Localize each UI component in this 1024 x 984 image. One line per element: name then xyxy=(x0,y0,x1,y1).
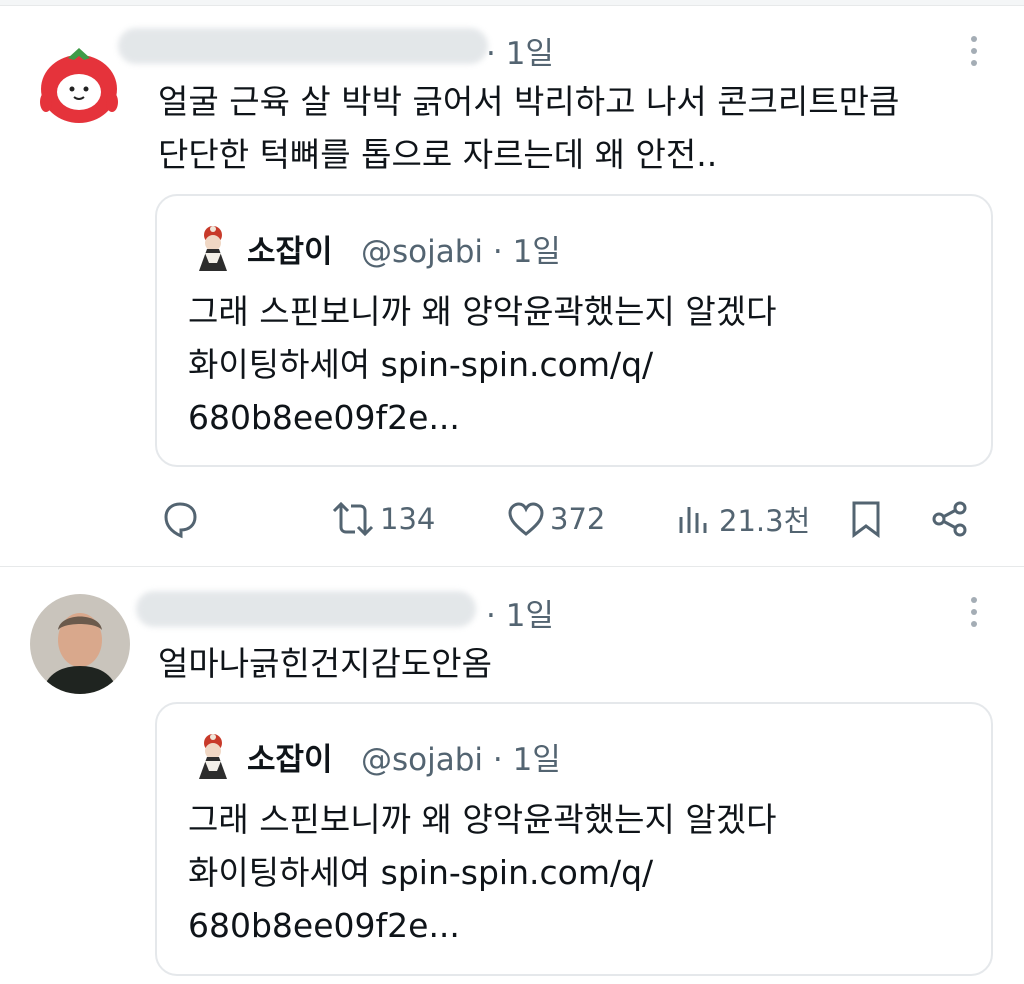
tweet-text-line: 단단한 턱뼈를 톱으로 자르는데 왜 안전.. xyxy=(158,135,718,174)
retweet-button[interactable]: 134 xyxy=(330,494,435,544)
quote-author-name[interactable]: 소잡이 xyxy=(247,226,333,271)
quote-text-line: 680b8ee09f2e... xyxy=(188,906,460,945)
tweet-text: 얼굴 근육 살 박박 긁어서 박리하고 나서 콘크리트만큼 단단한 턱뼈를 톱으… xyxy=(158,75,899,181)
share-button[interactable] xyxy=(930,494,970,544)
bookmark-button[interactable] xyxy=(848,494,884,544)
quote-text-line: 화이팅하세여 spin-spin.com/q/ xyxy=(188,853,654,892)
quote-text-line: 그래 스핀보니까 왜 양악윤곽했는지 알겠다 xyxy=(188,800,777,839)
view-count: 21.3천 xyxy=(719,504,811,538)
quoted-tweet[interactable]: 소잡이 @sojabi · 1일 그래 스핀보니까 왜 양악윤곽했는지 알겠다 … xyxy=(155,702,993,976)
quoted-tweet[interactable]: 소잡이 @sojabi · 1일 그래 스핀보니까 왜 양악윤곽했는지 알겠다 … xyxy=(155,194,993,467)
quote-text: 그래 스핀보니까 왜 양악윤곽했는지 알겠다 화이팅하세여 spin-spin.… xyxy=(188,793,776,952)
reply-icon xyxy=(164,502,197,539)
tomato-mascot-avatar xyxy=(30,34,128,132)
analytics-icon xyxy=(679,507,707,533)
tweet-text-line: 얼굴 근육 살 박박 긁어서 박리하고 나서 콘크리트만큼 xyxy=(158,82,900,121)
quote-avatar xyxy=(199,226,227,271)
share-icon xyxy=(932,501,967,537)
more-options-icon[interactable] xyxy=(969,597,979,631)
quote-text-line: 그래 스핀보니까 왜 양악윤곽했는지 알겠다 xyxy=(188,292,777,331)
bookmark-icon xyxy=(852,501,880,538)
reply-button[interactable] xyxy=(160,494,200,544)
blurred-username[interactable] xyxy=(118,28,488,64)
quote-text-line: 680b8ee09f2e... xyxy=(188,398,460,437)
retweet-icon xyxy=(332,501,374,537)
avatar[interactable] xyxy=(30,594,130,694)
profile-photo-avatar xyxy=(30,594,130,694)
tweet-time[interactable]: · 1일 xyxy=(486,590,554,635)
tweet[interactable]: · 1일 얼마나긁힌건지감도안옴 소잡이 @sojabi · 1일 그래 스핀보… xyxy=(0,567,1024,984)
tweet-time[interactable]: · 1일 xyxy=(486,28,554,73)
heart-icon xyxy=(508,502,544,536)
avatar[interactable] xyxy=(30,34,128,132)
views-button[interactable]: 21.3천 xyxy=(675,494,810,544)
blurred-username[interactable] xyxy=(136,591,476,627)
tweet-text: 얼마나긁힌건지감도안옴 xyxy=(158,637,492,690)
like-button[interactable]: 372 xyxy=(506,494,605,544)
action-bar: 134 372 21.3천 xyxy=(0,494,1024,544)
quote-text: 그래 스핀보니까 왜 양악윤곽했는지 알겠다 화이팅하세여 spin-spin.… xyxy=(188,285,776,444)
tweet[interactable]: · 1일 얼굴 근육 살 박박 긁어서 박리하고 나서 콘크리트만큼 단단한 턱… xyxy=(0,0,1024,566)
retweet-count: 134 xyxy=(380,502,436,536)
tweet-text-line: 얼마나긁힌건지감도안옴 xyxy=(158,644,492,683)
more-options-icon[interactable] xyxy=(969,36,979,70)
quote-author-name[interactable]: 소잡이 xyxy=(247,734,333,779)
quote-text-line: 화이팅하세여 spin-spin.com/q/ xyxy=(188,345,654,384)
quote-author-handle[interactable]: @sojabi · 1일 xyxy=(361,734,561,779)
quote-author-handle[interactable]: @sojabi · 1일 xyxy=(361,226,561,271)
quote-avatar xyxy=(199,734,227,779)
like-count: 372 xyxy=(550,502,606,536)
